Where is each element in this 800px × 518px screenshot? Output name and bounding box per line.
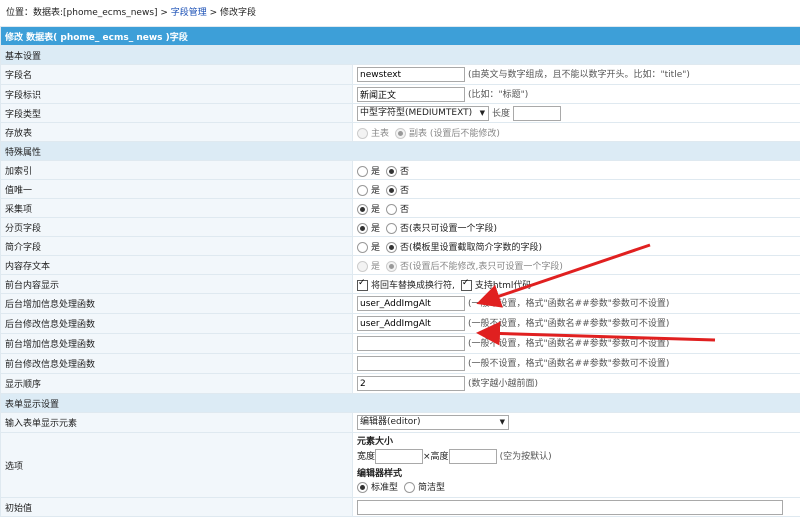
unique-no-radio[interactable]: [386, 184, 398, 196]
breadcrumb: 位置：数据表:[phome_ecms_news] > 字段管理 > 修改字段: [0, 0, 800, 26]
content-store-no-radio[interactable]: [386, 260, 398, 272]
field-label-label: 字段标识: [0, 84, 353, 104]
height-input[interactable]: [448, 449, 497, 464]
field-edit-form: 修改 数据表( phome_ ecms_ news )字段 基本设置 字段名 (…: [0, 26, 800, 517]
intro-yes-radio[interactable]: [357, 241, 368, 253]
storage-sub-radio[interactable]: [395, 127, 407, 139]
paging-no-radio[interactable]: [386, 222, 398, 234]
editor-style-simple-radio[interactable]: [404, 482, 416, 493]
back-edit-fn-hint: (一般不设置，格式"函数名##参数"参数可不设置): [468, 319, 670, 329]
index-yes-radio[interactable]: [357, 165, 368, 177]
back-add-fn-label: 后台增加信息处理函数: [0, 293, 353, 314]
breadcrumb-prefix: 位置：数据表:[phome_ecms_news] >: [6, 8, 171, 18]
intro-label: 简介字段: [0, 236, 353, 256]
length-input[interactable]: [512, 105, 561, 121]
replace-newline-label: 将回车替换成换行符,: [371, 280, 455, 291]
back-edit-fn-label: 后台修改信息处理函数: [0, 313, 353, 334]
support-html-label: 支持html代码: [474, 280, 532, 291]
front-add-fn-input[interactable]: [357, 336, 465, 351]
front-edit-fn-hint: (一般不设置，格式"函数名##参数"参数可不设置): [468, 359, 670, 369]
width-label: 宽度: [357, 452, 376, 462]
content-store-no-label: 否(设置后不能修改,表只可设置一个字段): [400, 261, 563, 272]
intro-no-label: 否(模板里设置截取简介字数的字段): [400, 242, 543, 253]
index-no-label: 否: [400, 166, 410, 177]
collect-yes-label: 是: [371, 204, 381, 215]
front-add-fn-hint: (一般不设置，格式"函数名##参数"参数可不设置): [468, 339, 670, 349]
unique-no-label: 否: [400, 185, 410, 196]
front-edit-fn-input[interactable]: [357, 356, 465, 371]
form-title: 修改 数据表( phome_ ecms_ news )字段: [0, 26, 800, 46]
order-input[interactable]: [357, 376, 465, 391]
breadcrumb-suffix: > 修改字段: [206, 8, 257, 18]
options-label: 选项: [0, 432, 353, 498]
collect-no-label: 否: [400, 204, 410, 215]
index-yes-label: 是: [371, 166, 381, 177]
field-label-hint: (比如："标题"): [468, 89, 529, 100]
input-element-select[interactable]: 编辑器(editor) ▼: [357, 415, 509, 430]
section-basic: 基本设置: [0, 45, 800, 65]
front-add-fn-label: 前台增加信息处理函数: [0, 333, 353, 354]
input-element-label: 输入表单显示元素: [0, 412, 353, 433]
order-label: 显示顺序: [0, 373, 353, 394]
collect-yes-radio[interactable]: [357, 203, 368, 215]
storage-hint: (设置后不能修改): [429, 128, 500, 139]
order-hint: (数字越小越前面): [468, 379, 539, 389]
field-name-input[interactable]: [357, 67, 465, 82]
unique-label: 值唯一: [0, 179, 353, 199]
field-name-label: 字段名: [0, 64, 353, 85]
height-label: ×高度: [423, 452, 449, 462]
storage-sub-label: 副表: [409, 128, 428, 139]
size-title: 元素大小: [357, 437, 394, 447]
width-input[interactable]: [375, 449, 424, 464]
paging-label: 分页字段: [0, 217, 353, 237]
index-no-radio[interactable]: [386, 165, 398, 177]
size-hint: (空为按默认): [499, 452, 552, 462]
intro-yes-label: 是: [371, 242, 381, 253]
initial-input[interactable]: [357, 499, 783, 515]
unique-yes-label: 是: [371, 185, 381, 196]
field-name-hint: (由英文与数字组成，且不能以数字开头。比如："title"): [468, 70, 690, 80]
paging-no-label: 否(表只可设置一个字段): [400, 223, 498, 234]
back-edit-fn-input[interactable]: [357, 316, 465, 331]
unique-yes-radio[interactable]: [357, 184, 368, 196]
field-type-select[interactable]: 中型字符型(MEDIUMTEXT) ▼: [357, 105, 489, 121]
editor-style-title: 编辑器样式: [357, 469, 403, 479]
field-type-label: 字段类型: [0, 103, 353, 123]
section-special: 特殊属性: [0, 141, 800, 161]
chevron-down-icon: ▼: [499, 418, 505, 426]
storage-label: 存放表: [0, 122, 353, 142]
collect-label: 采集项: [0, 198, 353, 218]
editor-style-simple-label: 简洁型: [418, 483, 446, 493]
field-label-input[interactable]: [357, 86, 465, 102]
storage-main-radio[interactable]: [357, 127, 368, 139]
storage-main-label: 主表: [371, 128, 390, 139]
length-label: 长度: [492, 108, 511, 119]
initial-label: 初始值: [0, 497, 353, 517]
index-label: 加索引: [0, 160, 353, 180]
chevron-down-icon: ▼: [479, 108, 485, 117]
front-edit-fn-label: 前台修改信息处理函数: [0, 353, 353, 374]
paging-yes-label: 是: [371, 223, 381, 234]
breadcrumb-link-field-manage[interactable]: 字段管理: [171, 8, 207, 18]
content-store-yes-label: 是: [371, 261, 381, 272]
section-form: 表单显示设置: [0, 393, 800, 413]
editor-style-standard-radio[interactable]: [357, 482, 368, 493]
content-store-yes-radio[interactable]: [357, 260, 368, 272]
back-add-fn-hint: (一般不设置，格式"函数名##参数"参数可不设置): [468, 299, 670, 309]
content-store-label: 内容存文本: [0, 255, 353, 275]
replace-newline-checkbox[interactable]: [357, 278, 368, 291]
field-type-value: 中型字符型(MEDIUMTEXT): [360, 107, 473, 118]
back-add-fn-input[interactable]: [357, 296, 465, 311]
paging-yes-radio[interactable]: [357, 222, 368, 234]
support-html-checkbox[interactable]: [460, 278, 472, 291]
intro-no-radio[interactable]: [386, 241, 398, 253]
front-display-label: 前台内容显示: [0, 274, 353, 294]
input-element-value: 编辑器(editor): [360, 417, 421, 427]
editor-style-standard-label: 标准型: [371, 483, 399, 493]
collect-no-radio[interactable]: [386, 203, 398, 215]
